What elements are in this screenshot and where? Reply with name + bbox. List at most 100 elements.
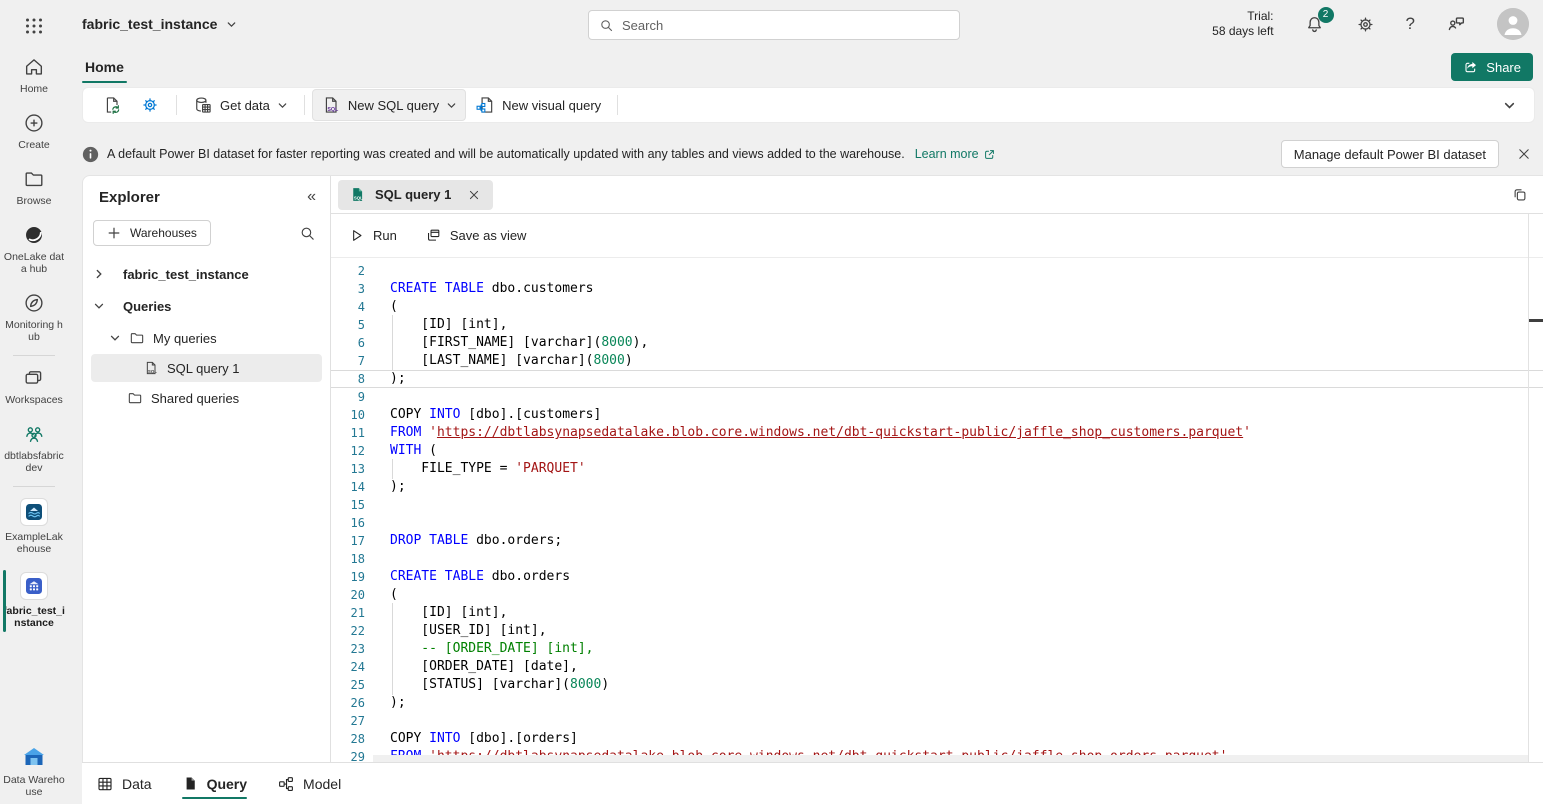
model-diagram-icon: [277, 775, 295, 793]
code-line[interactable]: 18: [331, 550, 1543, 568]
indent-guide: [392, 351, 393, 371]
sidebar-item-fabric-test-instance[interactable]: fabric_test_instance: [0, 564, 68, 638]
code-line[interactable]: 23 -- [ORDER_DATE] [int],: [331, 640, 1543, 658]
new-sql-query-button[interactable]: SQL New SQL query: [312, 89, 466, 121]
code-line[interactable]: 6 [FIRST_NAME] [varchar](8000),: [331, 334, 1543, 352]
settings-gear-icon[interactable]: [1355, 14, 1376, 35]
sidebar-item-monitoring-hub[interactable]: Monitoring hub: [0, 284, 68, 352]
notifications-bell-icon[interactable]: 2: [1304, 14, 1325, 35]
code-line[interactable]: 8);: [331, 370, 1543, 388]
banner-close-icon[interactable]: [1513, 143, 1535, 165]
banner-text: A default Power BI dataset for faster re…: [107, 147, 905, 161]
share-button[interactable]: Share: [1451, 53, 1533, 81]
line-number: 13: [331, 460, 365, 478]
code-line[interactable]: 2: [331, 262, 1543, 280]
collapse-panel-icon[interactable]: «: [307, 188, 316, 206]
sidebar-item-workspaces[interactable]: Workspaces: [0, 359, 68, 415]
tree-item-my-queries[interactable]: My queries: [83, 322, 330, 354]
chevron-down-icon: [109, 332, 121, 344]
ribbon-toolbar: Get data SQL New SQL query New visual qu…: [82, 87, 1535, 123]
app-launcher-waffle-icon[interactable]: [24, 16, 44, 36]
code-line[interactable]: 16: [331, 514, 1543, 532]
info-banner: A default Power BI dataset for faster re…: [82, 139, 1535, 169]
run-button[interactable]: Run: [348, 227, 397, 244]
horizontal-scrollbar[interactable]: [373, 755, 1528, 762]
query-tab-sql-query-1[interactable]: SQL SQL query 1: [338, 180, 493, 210]
tree-item-sql-query-1[interactable]: SQL SQL query 1: [91, 354, 322, 382]
sidebar-item-dbtlabsfabricdev[interactable]: dbtlabsfabricdev: [0, 415, 68, 483]
line-number: 19: [331, 568, 365, 586]
tree-item-warehouse[interactable]: fabric_test_instance: [83, 258, 330, 290]
sidebar-item-onelake-data-hub[interactable]: OneLake data hub: [0, 216, 68, 284]
sidebar-item-label: fabric_test_instance: [3, 605, 65, 629]
code-line[interactable]: 28COPY INTO [dbo].[orders]: [331, 730, 1543, 748]
code-line[interactable]: 12WITH (: [331, 442, 1543, 460]
sidebar-item-home[interactable]: Home: [0, 48, 68, 104]
settings-button[interactable]: [131, 89, 169, 121]
line-number: 3: [331, 280, 365, 298]
copy-icon[interactable]: [1511, 186, 1529, 204]
tab-close-icon[interactable]: [466, 187, 482, 203]
toolbar-collapse-chevron-icon[interactable]: [1495, 95, 1524, 116]
view-tab-data[interactable]: Data: [96, 763, 152, 804]
rail-divider: [13, 486, 55, 487]
new-visual-query-button[interactable]: New visual query: [466, 89, 610, 121]
feedback-icon[interactable]: [1445, 13, 1467, 35]
code-line[interactable]: 21 [ID] [int],: [331, 604, 1543, 622]
code-line[interactable]: 25 [STATUS] [varchar](8000): [331, 676, 1543, 694]
help-icon[interactable]: ?: [1406, 14, 1415, 34]
line-number: 16: [331, 514, 365, 532]
sql-document-icon: SQL: [321, 95, 341, 115]
trial-status: Trial: 58 days left: [1212, 9, 1273, 39]
code-line[interactable]: 26);: [331, 694, 1543, 712]
code-line[interactable]: 27: [331, 712, 1543, 730]
code-line[interactable]: 20(: [331, 586, 1543, 604]
line-number: 11: [331, 424, 365, 442]
learn-more-link[interactable]: Learn more: [915, 147, 996, 161]
sidebar-item-label: Browse: [16, 195, 51, 207]
view-switcher-bar: Data Query Model: [82, 762, 1543, 804]
view-tab-query[interactable]: Query: [182, 763, 247, 804]
code-line[interactable]: 19CREATE TABLE dbo.orders: [331, 568, 1543, 586]
code-line[interactable]: 22 [USER_ID] [int],: [331, 622, 1543, 640]
code-line[interactable]: 5 [ID] [int],: [331, 316, 1543, 334]
code-line[interactable]: 10COPY INTO [dbo].[customers]: [331, 406, 1543, 424]
manage-default-dataset-button[interactable]: Manage default Power BI dataset: [1281, 140, 1499, 168]
search-input[interactable]: Search: [588, 10, 960, 40]
tree-item-shared-queries[interactable]: Shared queries: [83, 382, 330, 414]
explorer-search-icon[interactable]: [299, 225, 316, 242]
code-line[interactable]: 24 [ORDER_DATE] [date],: [331, 658, 1543, 676]
line-number: 21: [331, 604, 365, 622]
line-number: 2: [331, 262, 365, 280]
code-line[interactable]: 9: [331, 388, 1543, 406]
sidebar-item-examplelakehouse[interactable]: ExampleLakehouse: [0, 490, 68, 564]
results-splitter-handle[interactable]: [1529, 319, 1543, 322]
chevron-down-icon: [277, 100, 288, 111]
main-content: Explorer « Warehouses fabric_test_instan…: [82, 175, 1543, 762]
code-line[interactable]: 15: [331, 496, 1543, 514]
sql-code-editor[interactable]: 23CREATE TABLE dbo.customers4(5 [ID] [in…: [331, 258, 1543, 762]
home-icon: [23, 56, 45, 78]
code-line[interactable]: 7 [LAST_NAME] [varchar](8000): [331, 352, 1543, 370]
tab-home[interactable]: Home: [82, 59, 127, 75]
add-warehouses-button[interactable]: Warehouses: [93, 220, 211, 246]
get-data-button[interactable]: Get data: [184, 89, 297, 121]
code-line[interactable]: 17DROP TABLE dbo.orders;: [331, 532, 1543, 550]
code-line[interactable]: 14);: [331, 478, 1543, 496]
save-as-view-button[interactable]: Save as view: [425, 227, 527, 244]
sidebar-item-data-warehouse[interactable]: Data Warehouse: [0, 737, 68, 804]
user-avatar[interactable]: [1497, 8, 1529, 40]
code-line[interactable]: 4(: [331, 298, 1543, 316]
workspace-switcher[interactable]: fabric_test_instance: [82, 16, 237, 32]
code-line[interactable]: 13 FILE_TYPE = 'PARQUET': [331, 460, 1543, 478]
sidebar-item-browse[interactable]: Browse: [0, 160, 68, 216]
refresh-dataset-button[interactable]: [93, 89, 131, 121]
chevron-down-icon: [226, 19, 237, 30]
sidebar-item-create[interactable]: Create: [0, 104, 68, 160]
code-line[interactable]: 3CREATE TABLE dbo.customers: [331, 280, 1543, 298]
code-line[interactable]: 11FROM 'https://dbtlabsynapsedatalake.bl…: [331, 424, 1543, 442]
tree-item-queries[interactable]: Queries: [83, 290, 330, 322]
document-refresh-icon: [102, 95, 122, 115]
indent-guide: [392, 603, 393, 623]
view-tab-model[interactable]: Model: [277, 763, 341, 804]
